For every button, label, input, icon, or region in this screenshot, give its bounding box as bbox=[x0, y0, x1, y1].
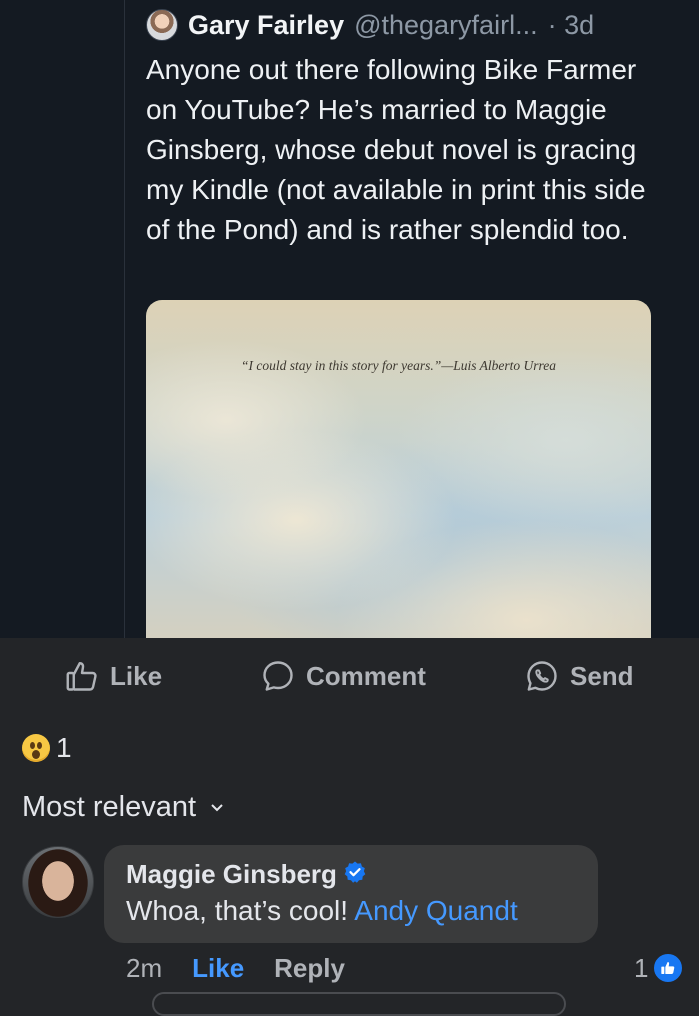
comment-sort-dropdown[interactable]: Most relevant bbox=[22, 786, 224, 828]
comment-label: Comment bbox=[306, 660, 426, 691]
comment-reaction-count: 1 bbox=[634, 952, 649, 983]
verified-badge-icon bbox=[343, 860, 367, 889]
like-button[interactable]: Like bbox=[64, 648, 162, 704]
like-reaction-icon bbox=[652, 952, 685, 984]
tweet-age: · 3d bbox=[547, 9, 595, 40]
tweet-author-name: Gary Fairley bbox=[188, 9, 345, 40]
comment-body: Whoa, that’s cool! bbox=[126, 895, 355, 926]
chevron-down-icon bbox=[210, 800, 224, 818]
reactions-summary[interactable]: 1 bbox=[22, 730, 72, 766]
reaction-count: 1 bbox=[56, 732, 72, 763]
tweet-text: Anyone out there following Bike Farmer o… bbox=[146, 54, 646, 245]
book-cover-image: “I could stay in this story for years.”—… bbox=[146, 300, 651, 638]
comment-button[interactable]: Comment bbox=[260, 648, 426, 704]
sort-label: Most relevant bbox=[22, 790, 197, 823]
comment-time[interactable]: 2m bbox=[126, 953, 162, 984]
wow-emoji-icon bbox=[22, 734, 50, 762]
tweet-author-handle: @thegaryfairl... bbox=[354, 9, 538, 40]
thumbs-up-icon bbox=[64, 658, 100, 694]
tweet-header: Gary Fairley @thegaryfairl... · 3d bbox=[146, 6, 594, 44]
thread-line bbox=[124, 0, 125, 638]
post-action-bar: Like Comment Send bbox=[0, 648, 699, 704]
send-label: Send bbox=[570, 660, 634, 691]
tweet-author-avatar bbox=[146, 9, 178, 41]
whatsapp-icon bbox=[524, 658, 560, 694]
mention-link[interactable]: Andy Quandt bbox=[354, 895, 517, 926]
comment-input-edge bbox=[152, 992, 566, 1016]
comment-reactions[interactable]: 1 bbox=[634, 948, 685, 988]
speech-bubble-icon bbox=[260, 658, 296, 694]
commenter-avatar[interactable] bbox=[22, 846, 94, 918]
shared-tweet-image[interactable]: Gary Fairley @thegaryfairl... · 3d Anyon… bbox=[0, 0, 699, 638]
commenter-name[interactable]: Maggie Ginsberg bbox=[126, 859, 337, 890]
like-label: Like bbox=[110, 660, 163, 691]
comment-bubble: Maggie Ginsberg Whoa, that’s cool! Andy … bbox=[104, 845, 598, 943]
comment-reply-button[interactable]: Reply bbox=[274, 953, 345, 984]
comment-like-button[interactable]: Like bbox=[192, 953, 244, 984]
book-cover-quote: “I could stay in this story for years.”—… bbox=[240, 358, 556, 373]
comment-meta: 2m Like Reply bbox=[126, 948, 345, 988]
comment-text: Whoa, that’s cool! Andy Quandt bbox=[126, 895, 518, 927]
send-button[interactable]: Send bbox=[524, 648, 634, 704]
